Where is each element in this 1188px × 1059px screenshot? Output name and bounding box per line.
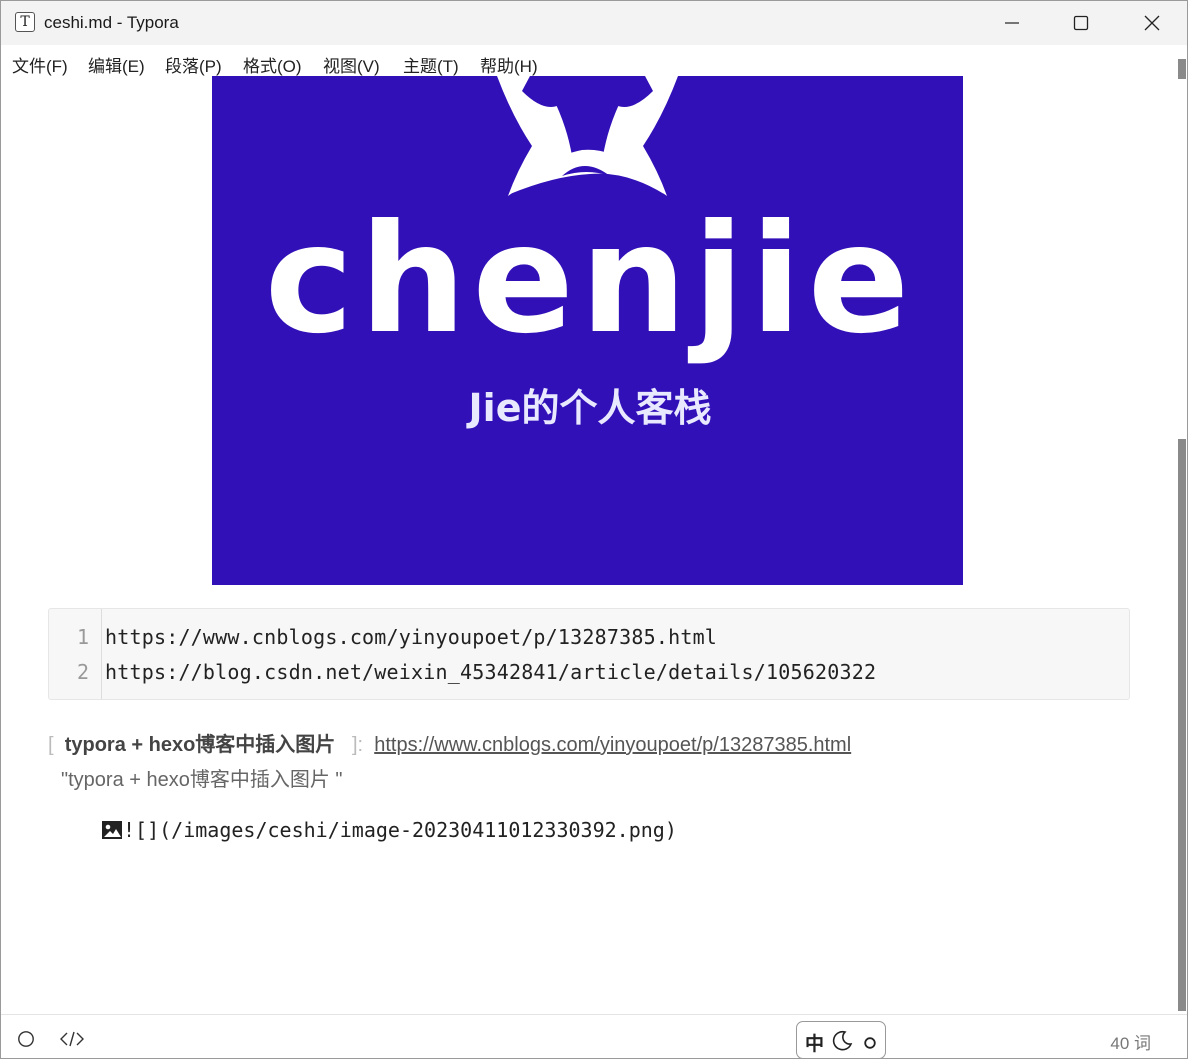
line-number-gutter: 1 2 bbox=[49, 609, 102, 699]
outline-toggle-icon[interactable] bbox=[17, 1030, 35, 1048]
maximize-icon bbox=[1073, 15, 1089, 31]
link-ref-title: "typora + hexo博客中插入图片 " bbox=[61, 769, 343, 791]
status-bar: 40 词 bbox=[1, 1014, 1187, 1058]
menu-edit[interactable]: 编辑(E) bbox=[88, 52, 145, 77]
ime-toolbar[interactable]: 中 bbox=[796, 1021, 886, 1058]
banner-logo-text: chenjie bbox=[265, 193, 916, 367]
link-ref-close-bracket: ]: bbox=[351, 734, 364, 756]
menu-paragraph[interactable]: 段落(P) bbox=[165, 52, 222, 77]
typora-window: T ceshi.md - Typora 文件(F) 编辑(E) 段落(P) 格式… bbox=[0, 0, 1188, 1059]
maximize-button[interactable] bbox=[1046, 1, 1116, 45]
chenjie-banner-image[interactable]: chenjie Jie的个人客栈 bbox=[212, 76, 963, 585]
scrollbar-thumb[interactable] bbox=[1178, 439, 1186, 1011]
title-bar[interactable]: T ceshi.md - Typora bbox=[1, 1, 1187, 45]
minimize-icon bbox=[1005, 22, 1019, 24]
menu-theme[interactable]: 主题(T) bbox=[403, 52, 459, 77]
menu-help[interactable]: 帮助(H) bbox=[480, 52, 538, 77]
window-title: ceshi.md - Typora bbox=[44, 13, 179, 32]
link-reference-definition[interactable]: [ typora + hexo博客中插入图片 ]: https://www.cn… bbox=[48, 728, 851, 757]
link-ref-label: typora + hexo博客中插入图片 bbox=[64, 734, 336, 756]
image-icon bbox=[102, 821, 122, 839]
code-line[interactable]: https://blog.csdn.net/weixin_45342841/ar… bbox=[105, 660, 876, 684]
banner-subtitle: Jie的个人客栈 bbox=[466, 386, 712, 430]
code-block[interactable]: 1 2 https://www.cnblogs.com/yinyoupoet/p… bbox=[48, 608, 1130, 700]
line-number: 1 bbox=[76, 625, 89, 649]
link-ref-open-bracket: [ bbox=[48, 734, 54, 756]
scrollbar-top-segment[interactable] bbox=[1178, 59, 1186, 79]
menu-format[interactable]: 格式(O) bbox=[243, 52, 302, 77]
close-button[interactable] bbox=[1117, 1, 1187, 45]
source-code-mode-icon[interactable] bbox=[60, 1030, 84, 1048]
punctuation-circle-icon[interactable] bbox=[863, 1036, 877, 1050]
link-ref-url[interactable]: https://www.cnblogs.com/yinyoupoet/p/132… bbox=[374, 734, 851, 756]
ime-mode-char[interactable]: 中 bbox=[805, 1029, 824, 1056]
line-number: 2 bbox=[76, 660, 89, 684]
menu-view[interactable]: 视图(V) bbox=[323, 52, 380, 77]
half-width-moon-icon[interactable] bbox=[831, 1030, 853, 1052]
menu-file[interactable]: 文件(F) bbox=[12, 52, 68, 77]
minimize-button[interactable] bbox=[977, 1, 1047, 45]
code-line[interactable]: https://www.cnblogs.com/yinyoupoet/p/132… bbox=[105, 625, 717, 649]
close-icon bbox=[1144, 15, 1160, 31]
menu-bar: 文件(F) 编辑(E) 段落(P) 格式(O) 视图(V) 主题(T) 帮助(H… bbox=[1, 45, 1187, 77]
image-markdown-text: ![](/images/ceshi/image-2023041101233039… bbox=[123, 818, 677, 842]
typora-app-icon: T bbox=[15, 12, 35, 32]
image-markdown-line[interactable]: ![](/images/ceshi/image-2023041101233039… bbox=[101, 818, 677, 842]
word-count[interactable]: 40 词 bbox=[1110, 1029, 1151, 1054]
chenjie-logo: chenjie Jie的个人客栈 bbox=[265, 76, 916, 430]
